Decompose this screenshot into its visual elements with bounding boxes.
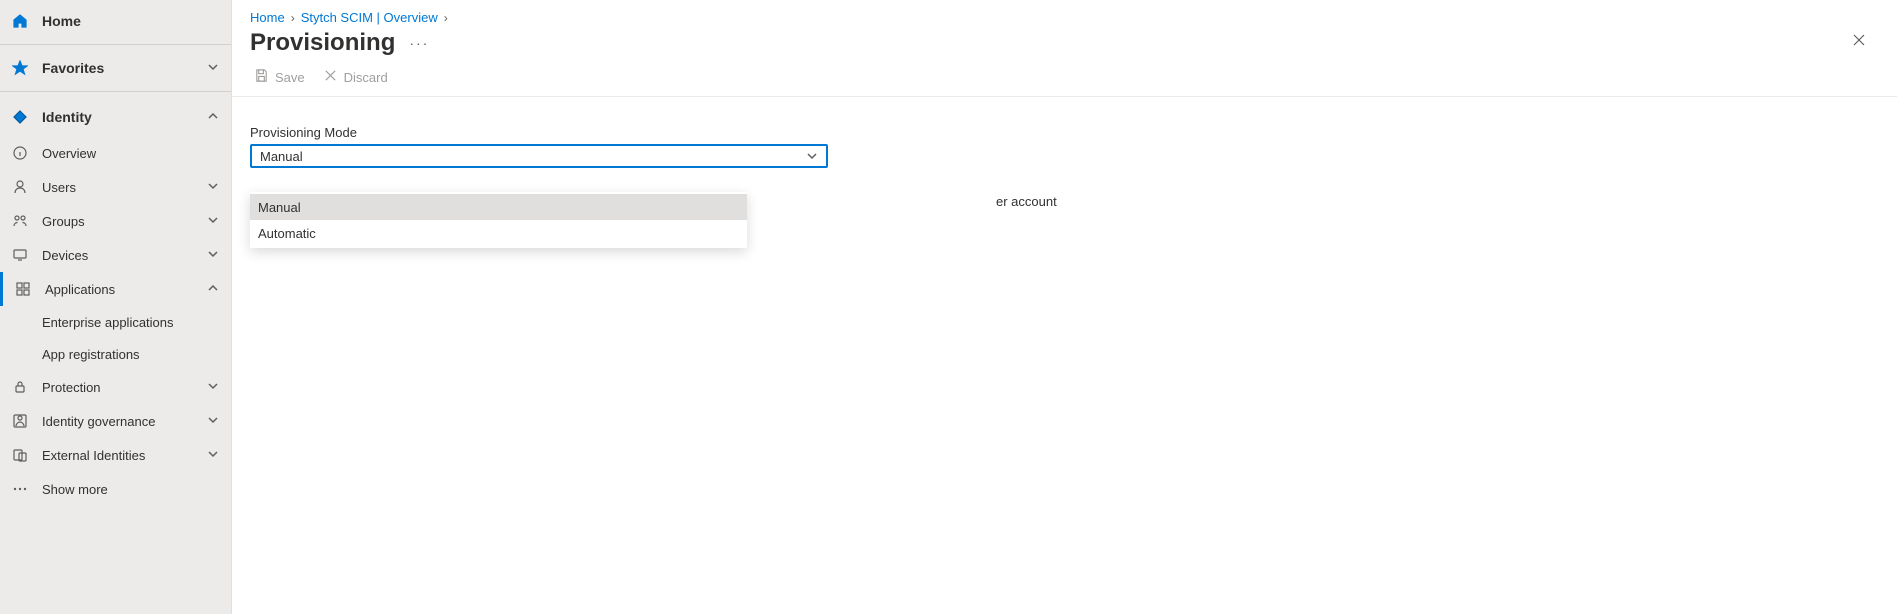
sidebar-label-protection: Protection xyxy=(42,380,207,395)
sidebar-item-protection[interactable]: Protection xyxy=(0,370,231,404)
sidebar-label-favorites: Favorites xyxy=(42,60,207,76)
sidebar-label-external-identities: External Identities xyxy=(42,448,207,463)
identity-governance-icon xyxy=(12,413,28,429)
info-icon xyxy=(12,145,28,161)
sidebar-sub-label: Enterprise applications xyxy=(42,315,174,330)
sidebar: Home Favorites Identity Overview Users xyxy=(0,0,232,614)
discard-label: Discard xyxy=(344,70,388,85)
page-header: Provisioning ··· xyxy=(232,29,1897,65)
home-icon xyxy=(12,13,28,29)
sidebar-item-devices[interactable]: Devices xyxy=(0,238,231,272)
applications-icon xyxy=(15,281,31,297)
page-title: Provisioning xyxy=(250,29,395,57)
chevron-down-icon xyxy=(207,380,221,394)
sidebar-item-identity[interactable]: Identity xyxy=(0,98,231,136)
sidebar-label-show-more: Show more xyxy=(42,482,221,497)
breadcrumb-app[interactable]: Stytch SCIM | Overview xyxy=(301,10,438,25)
sidebar-label-groups: Groups xyxy=(42,214,207,229)
chevron-down-icon xyxy=(207,448,221,462)
more-button[interactable]: ··· xyxy=(409,35,429,51)
dropdown-option-manual[interactable]: Manual xyxy=(250,194,747,220)
breadcrumb-home[interactable]: Home xyxy=(250,10,285,25)
sidebar-item-identity-governance[interactable]: Identity governance xyxy=(0,404,231,438)
sidebar-item-groups[interactable]: Groups xyxy=(0,204,231,238)
chevron-down-icon xyxy=(207,180,221,194)
sidebar-item-external-identities[interactable]: External Identities xyxy=(0,438,231,472)
provisioning-mode-label: Provisioning Mode xyxy=(250,125,1879,140)
main-panel: Home › Stytch SCIM | Overview › Provisio… xyxy=(232,0,1897,614)
sidebar-sub-enterprise-applications[interactable]: Enterprise applications xyxy=(0,306,231,338)
toolbar: Save Discard xyxy=(232,65,1897,97)
chevron-right-icon: › xyxy=(291,11,295,25)
sidebar-label-overview: Overview xyxy=(42,146,221,161)
breadcrumb: Home › Stytch SCIM | Overview › xyxy=(232,0,1897,29)
chevron-down-icon xyxy=(207,414,221,428)
sidebar-item-overview[interactable]: Overview xyxy=(0,136,231,170)
sidebar-separator xyxy=(0,91,231,92)
provisioning-mode-select[interactable]: Manual xyxy=(250,144,828,168)
lock-icon xyxy=(12,379,28,395)
sidebar-item-users[interactable]: Users xyxy=(0,170,231,204)
discard-button[interactable]: Discard xyxy=(323,68,388,86)
chevron-down-icon xyxy=(207,61,221,75)
save-button[interactable]: Save xyxy=(254,68,305,86)
sidebar-separator xyxy=(0,44,231,45)
groups-icon xyxy=(12,213,28,229)
save-label: Save xyxy=(275,70,305,85)
sidebar-label-identity-governance: Identity governance xyxy=(42,414,207,429)
chevron-down-icon xyxy=(207,248,221,262)
chevron-down-icon xyxy=(207,214,221,228)
external-identities-icon xyxy=(12,447,28,463)
dropdown-option-automatic[interactable]: Automatic xyxy=(250,220,747,246)
content: Provisioning Mode Manual Manual Automati… xyxy=(232,97,1897,186)
ellipsis-icon xyxy=(12,481,28,497)
identity-icon xyxy=(12,109,28,125)
select-value: Manual xyxy=(260,149,806,164)
save-icon xyxy=(254,68,269,86)
sidebar-sub-app-registrations[interactable]: App registrations xyxy=(0,338,231,370)
sidebar-label-home: Home xyxy=(42,13,221,29)
chevron-right-icon: › xyxy=(444,11,448,25)
sidebar-item-favorites[interactable]: Favorites xyxy=(0,51,231,85)
close-button[interactable] xyxy=(1849,30,1869,50)
sidebar-label-applications: Applications xyxy=(45,282,207,297)
chevron-up-icon xyxy=(207,110,221,124)
user-icon xyxy=(12,179,28,195)
sidebar-item-home[interactable]: Home xyxy=(0,4,231,38)
chevron-up-icon xyxy=(207,282,221,296)
discard-icon xyxy=(323,68,338,86)
sidebar-sub-label: App registrations xyxy=(42,347,140,362)
star-icon xyxy=(12,60,28,76)
provisioning-mode-dropdown: Manual Automatic xyxy=(250,192,747,248)
sidebar-label-identity: Identity xyxy=(42,109,207,125)
dropdown-option-label: Manual xyxy=(258,200,301,215)
chevron-down-icon xyxy=(806,150,818,162)
description-fragment: er account xyxy=(996,194,1057,209)
dropdown-option-label: Automatic xyxy=(258,226,316,241)
devices-icon xyxy=(12,247,28,263)
sidebar-item-show-more[interactable]: Show more xyxy=(0,472,231,506)
sidebar-item-applications[interactable]: Applications xyxy=(0,272,231,306)
sidebar-label-devices: Devices xyxy=(42,248,207,263)
sidebar-label-users: Users xyxy=(42,180,207,195)
